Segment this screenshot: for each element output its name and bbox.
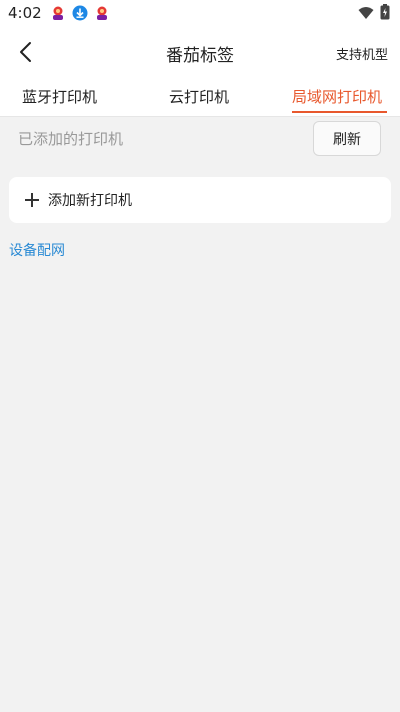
- avatar-notification-icon: [94, 5, 110, 21]
- added-printers-label: 已添加的打印机: [18, 130, 124, 148]
- wifi-icon: [358, 5, 374, 24]
- tab-bluetooth-printer[interactable]: 蓝牙打印机: [22, 86, 97, 107]
- refresh-button[interactable]: 刷新: [313, 121, 381, 156]
- status-bar: 4:02: [0, 0, 400, 26]
- active-tab-indicator: [292, 111, 387, 113]
- add-new-printer-label: 添加新打印机: [48, 193, 132, 209]
- notification-icons: [50, 5, 110, 21]
- device-network-config-link[interactable]: 设备配网: [9, 240, 65, 260]
- tab-lan-printer[interactable]: 局域网打印机: [292, 86, 382, 107]
- add-new-printer-button[interactable]: 添加新打印机: [9, 177, 391, 223]
- battery-icon: [380, 4, 390, 24]
- support-models-link[interactable]: 支持机型: [336, 44, 388, 63]
- printer-tabs: 蓝牙打印机 云打印机 局域网打印机: [0, 78, 400, 117]
- avatar-notification-icon: [50, 5, 66, 21]
- app-header: 番茄标签 支持机型: [0, 26, 400, 78]
- plus-icon: [25, 193, 39, 207]
- download-icon: [72, 5, 88, 21]
- tab-cloud-printer[interactable]: 云打印机: [169, 86, 229, 107]
- system-icons: [358, 4, 390, 24]
- status-time: 4:02: [8, 4, 42, 22]
